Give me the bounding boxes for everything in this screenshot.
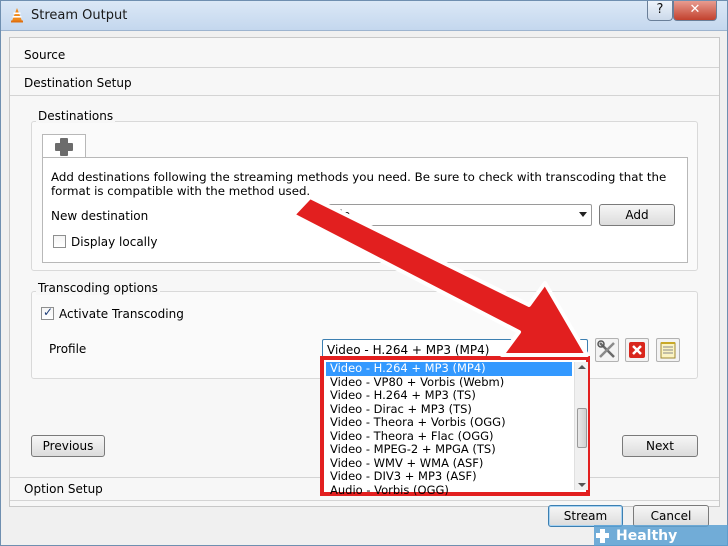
profile-option[interactable]: Video - WMV + WMA (ASF) bbox=[326, 456, 572, 471]
profile-option[interactable]: Video - Theora + Flac (OGG) bbox=[326, 429, 572, 444]
cancel-button[interactable]: Cancel bbox=[633, 505, 709, 527]
chevron-down-icon bbox=[579, 212, 587, 217]
profile-option[interactable]: Video - H.264 + MP3 (MP4) bbox=[326, 361, 572, 376]
new-destination-value: File bbox=[330, 208, 351, 222]
profile-option[interactable]: Video - VP80 + Vorbis (Webm) bbox=[326, 375, 572, 390]
stream-output-window: Stream Output ? ✕ Source Destination Set… bbox=[0, 0, 728, 546]
profile-option[interactable]: Video - DIV3 + MP3 (ASF) bbox=[326, 469, 572, 484]
notepad-icon bbox=[660, 342, 676, 359]
watermark-text: Healthy Living bbox=[616, 528, 678, 544]
title-bar[interactable]: Stream Output ? ✕ bbox=[1, 1, 727, 31]
destinations-group-label: Destinations bbox=[36, 109, 116, 123]
destinations-info-text: Add destinations following the streaming… bbox=[51, 170, 667, 198]
new-destination-select[interactable]: File bbox=[325, 204, 592, 226]
display-locally-label: Display locally bbox=[71, 235, 158, 249]
profile-option[interactable]: Video - H.264 + MP3 (TS) bbox=[326, 388, 572, 403]
profile-option[interactable]: Audio - Vorbis (OGG) bbox=[326, 483, 572, 498]
close-button[interactable]: ✕ bbox=[673, 1, 717, 21]
stream-button[interactable]: Stream bbox=[548, 505, 623, 527]
destination-tab-pane: Add destinations following the streaming… bbox=[42, 157, 688, 263]
delete-profile-button[interactable] bbox=[625, 338, 649, 362]
profile-option[interactable]: Video - MPEG-2 + MPGA (TS) bbox=[326, 442, 572, 457]
profile-value: Video - H.264 + MP3 (MP4) bbox=[327, 343, 490, 357]
scroll-up-icon[interactable] bbox=[578, 365, 586, 369]
profile-dropdown-list: Video - H.264 + MP3 (MP4) Video - VP80 + … bbox=[320, 356, 590, 496]
add-button[interactable]: Add bbox=[599, 204, 675, 226]
destination-setup-header[interactable]: Destination Setup bbox=[10, 72, 719, 96]
watermark-logo: Healthy Living bbox=[594, 525, 728, 546]
profile-label: Profile bbox=[49, 342, 87, 356]
transcoding-group-label: Transcoding options bbox=[36, 281, 160, 295]
add-destination-tab[interactable] bbox=[42, 134, 86, 158]
vlc-cone-icon bbox=[11, 8, 23, 23]
source-section-header[interactable]: Source bbox=[10, 44, 719, 68]
checkmark-icon: ✓ bbox=[43, 305, 54, 319]
next-button[interactable]: Next bbox=[622, 435, 698, 457]
new-destination-label: New destination bbox=[51, 209, 149, 223]
scroll-thumb[interactable] bbox=[577, 408, 587, 448]
dropdown-scrollbar[interactable] bbox=[574, 362, 588, 490]
chevron-down-icon bbox=[575, 347, 583, 352]
profile-options: Video - H.264 + MP3 (MP4) Video - VP80 + … bbox=[326, 361, 572, 498]
display-locally-checkbox[interactable] bbox=[53, 235, 66, 248]
previous-button[interactable]: Previous bbox=[31, 435, 105, 457]
edit-profile-button[interactable] bbox=[595, 338, 619, 362]
scroll-down-icon[interactable] bbox=[578, 483, 586, 487]
profile-option[interactable]: Video - Theora + Vorbis (OGG) bbox=[326, 415, 572, 430]
profile-option[interactable]: Video - Dirac + MP3 (TS) bbox=[326, 402, 572, 417]
window-title: Stream Output bbox=[31, 8, 128, 23]
activate-transcoding-label: Activate Transcoding bbox=[59, 307, 184, 321]
red-x-icon bbox=[629, 342, 645, 358]
new-profile-button[interactable] bbox=[656, 338, 680, 362]
help-button[interactable]: ? bbox=[647, 1, 673, 21]
wrench-screwdriver-icon bbox=[597, 340, 615, 358]
activate-transcoding-checkbox[interactable]: ✓ bbox=[41, 305, 54, 320]
